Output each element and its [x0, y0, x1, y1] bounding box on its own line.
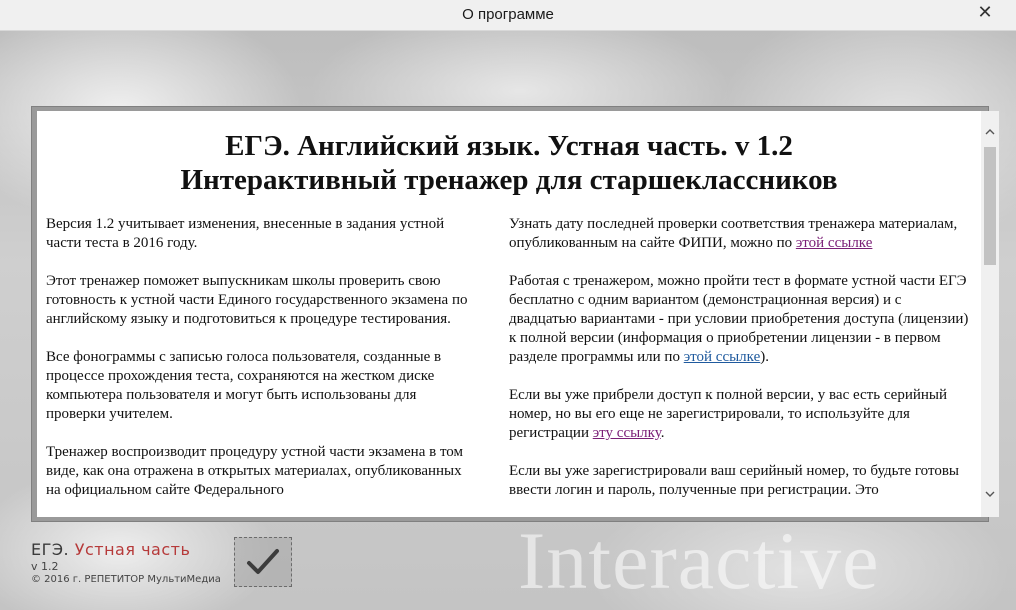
watermark-text: Interactive — [518, 515, 880, 606]
product-name-prefix: ЕГЭ. — [31, 540, 70, 559]
scroll-up-button[interactable] — [981, 123, 999, 141]
paragraph-recordings: Все фонограммы с записью голоса пользова… — [46, 349, 442, 422]
registration-text: Если вы уже прибрели доступ к полной вер… — [509, 387, 948, 441]
license-tail: ). — [760, 349, 769, 365]
window-title: О программе — [462, 6, 554, 23]
product-version: v 1.2 — [31, 560, 59, 573]
copyright-text: © 2016 г. РЕПЕТИТОР МультиМедиа — [31, 574, 221, 585]
paragraph-login: Если вы уже зарегистрировали ваш серийны… — [509, 463, 960, 498]
page-title: ЕГЭ. Английский язык. Устная часть. v 1.… — [37, 129, 981, 197]
right-column: Узнать дату последней проверки соответст… — [509, 215, 971, 517]
scroll-thumb[interactable] — [984, 147, 996, 265]
product-brand: ЕГЭ. Устная часть v 1.2 © 2016 г. РЕПЕТИ… — [31, 540, 221, 585]
ok-button[interactable] — [234, 537, 292, 587]
about-window: О программе ✕ ЕГЭ. Английский язык. Устн… — [0, 0, 1016, 610]
paragraph-procedure: Тренажер воспроизводит процедуру устной … — [46, 444, 464, 498]
vertical-scrollbar[interactable] — [981, 111, 999, 517]
title-bar: О программе ✕ — [0, 0, 1016, 31]
paragraph-fipi-check: Узнать дату последней проверки соответст… — [509, 215, 971, 253]
close-icon: ✕ — [977, 1, 993, 22]
license-link[interactable]: этой ссылке — [684, 349, 761, 365]
paragraph-version: Версия 1.2 учитывает изменения, внесенны… — [46, 216, 445, 251]
chevron-up-icon — [985, 129, 995, 135]
product-name: ЕГЭ. Устная часть — [31, 540, 190, 559]
registration-link[interactable]: эту ссылку — [593, 425, 661, 441]
fipi-check-text: Узнать дату последней проверки соответст… — [509, 216, 958, 251]
close-button[interactable]: ✕ — [962, 0, 1008, 24]
fipi-check-link[interactable]: этой ссылке — [796, 235, 873, 251]
chevron-down-icon — [985, 491, 995, 497]
checkmark-icon — [247, 549, 279, 574]
paragraph-purpose: Этот тренажер поможет выпускникам школы … — [46, 273, 468, 327]
title-line-2: Интерактивный тренажер для старшеклассни… — [180, 164, 838, 196]
paragraph-license: Работая с тренажером, можно пройти тест … — [509, 272, 971, 367]
about-content-panel[interactable]: ЕГЭ. Английский язык. Устная часть. v 1.… — [37, 111, 981, 517]
left-column: Версия 1.2 учитывает изменения, внесенны… — [46, 215, 478, 517]
registration-tail: . — [660, 425, 665, 441]
scroll-down-button[interactable] — [981, 485, 999, 503]
title-line-1: ЕГЭ. Английский язык. Устная часть. v 1.… — [225, 130, 793, 162]
product-name-suffix: Устная часть — [74, 540, 191, 559]
paragraph-registration: Если вы уже прибрели доступ к полной вер… — [509, 386, 971, 443]
